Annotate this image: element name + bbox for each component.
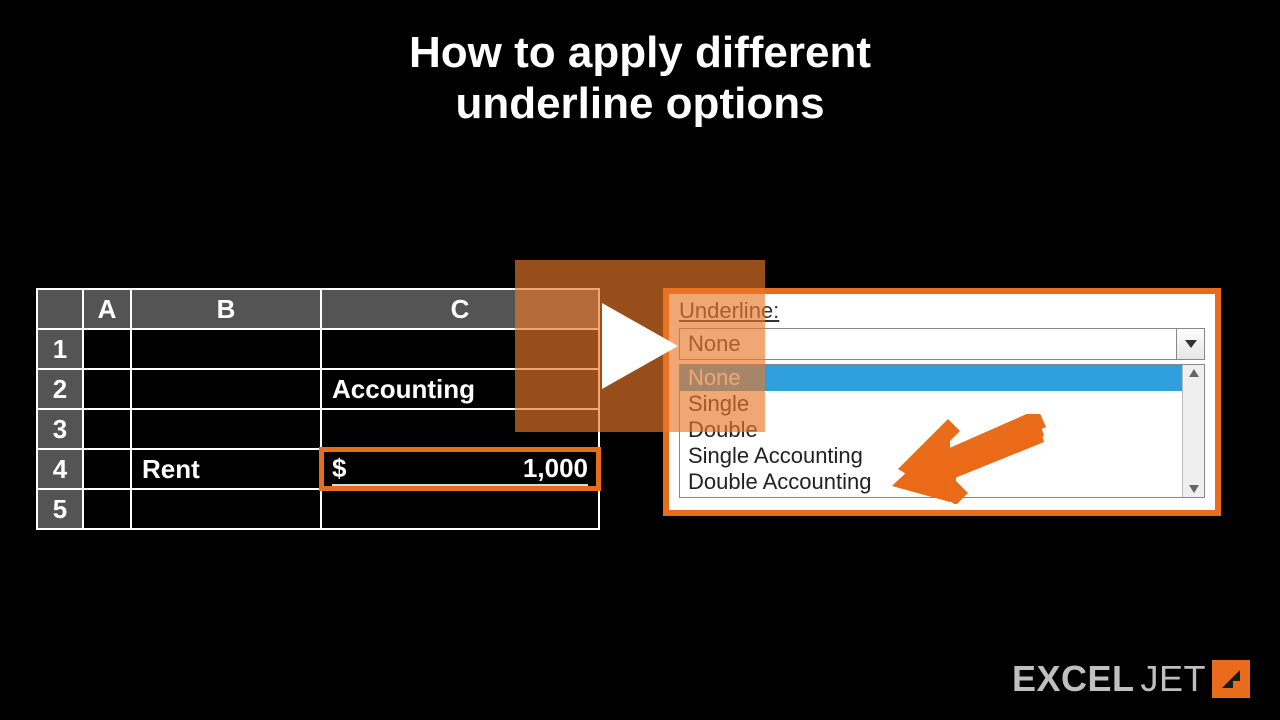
cell-a2[interactable] [83,369,131,409]
cell-a4[interactable] [83,449,131,489]
cell-b5[interactable] [131,489,321,529]
option-single-accounting[interactable]: Single Accounting [680,443,1182,469]
cell-b1[interactable] [131,329,321,369]
cell-b4[interactable]: Rent [131,449,321,489]
row-header-1[interactable]: 1 [37,329,83,369]
row-header-5[interactable]: 5 [37,489,83,529]
title-line-1: How to apply different [409,28,871,77]
cell-b2[interactable] [131,369,321,409]
cell-a1[interactable] [83,329,131,369]
row-header-2[interactable]: 2 [37,369,83,409]
logo-text-bold: EXCEL [1012,658,1135,700]
chevron-down-icon [1185,340,1197,348]
row-header-4[interactable]: 4 [37,449,83,489]
play-icon [602,303,678,389]
option-double-accounting[interactable]: Double Accounting [680,469,1182,495]
select-all-corner[interactable] [37,289,83,329]
scroll-down-icon [1189,485,1199,493]
combobox-dropdown-button[interactable] [1176,329,1204,359]
page-title: How to apply different underline options [0,0,1280,129]
play-button[interactable] [515,260,765,432]
cell-a3[interactable] [83,409,131,449]
listbox-scrollbar[interactable] [1182,365,1204,497]
column-header-a[interactable]: A [83,289,131,329]
logo-text-thin: JET [1140,658,1206,700]
cell-c5[interactable] [321,489,599,529]
scroll-up-icon [1189,369,1199,377]
cell-a5[interactable] [83,489,131,529]
cell-c4-currency: $ [332,453,346,484]
cell-c4-value: 1,000 [523,453,588,484]
column-header-b[interactable]: B [131,289,321,329]
title-line-2: underline options [455,79,824,128]
exceljet-logo: EXCELJET [1012,658,1250,700]
cell-c4[interactable]: $ 1,000 [321,449,599,489]
row-header-3[interactable]: 3 [37,409,83,449]
logo-badge-icon [1212,660,1250,698]
cell-b3[interactable] [131,409,321,449]
